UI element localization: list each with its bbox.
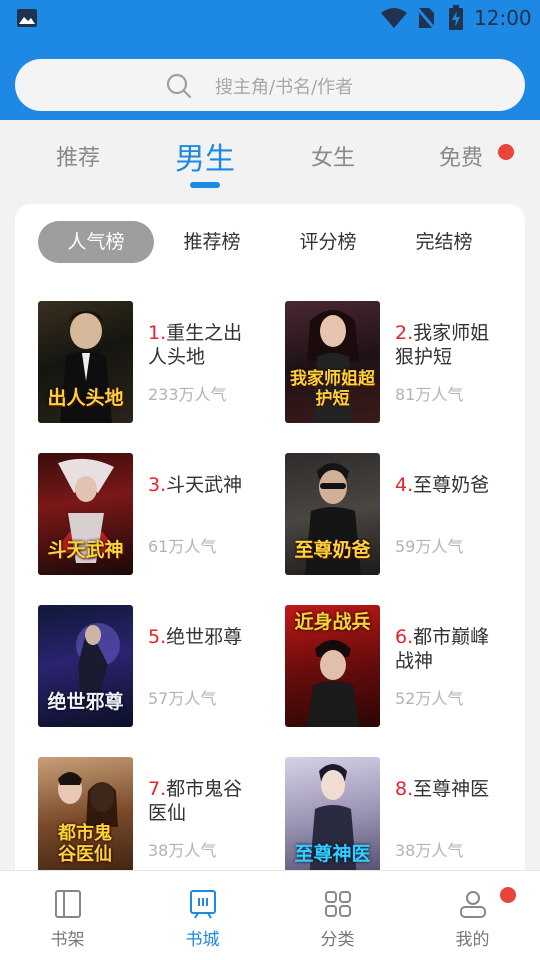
book-title: 1.重生之出人头地 xyxy=(148,322,243,368)
book-cover: 出人头地 xyxy=(38,301,133,423)
chip-finished[interactable]: 完结榜 xyxy=(415,221,472,263)
nav-label: 分类 xyxy=(320,930,355,950)
book-title: 2.我家师姐狠护短 xyxy=(395,322,490,368)
ranking-card: 人气榜 推荐榜 评分榜 完结榜 出人头地 1.重生之出人头地 233万人气 我家… xyxy=(15,204,525,884)
book-item[interactable]: 近身战兵 6.都市巅峰战神 52万人气 xyxy=(285,605,525,729)
book-rank: 1. xyxy=(148,322,167,344)
book-cover: 至尊奶爸 xyxy=(285,453,380,575)
search-input[interactable]: 搜主角/书名/作者 xyxy=(15,59,525,111)
nav-category[interactable]: 分类 xyxy=(270,871,405,960)
bookstore-icon xyxy=(190,890,216,919)
bookshelf-icon xyxy=(55,890,81,918)
book-rank: 7. xyxy=(148,778,167,800)
nav-bookshelf[interactable]: 书架 xyxy=(0,871,135,960)
book-item[interactable]: 出人头地 1.重生之出人头地 233万人气 xyxy=(38,301,278,425)
chip-recommend[interactable]: 推荐榜 xyxy=(183,221,240,263)
book-title: 8.至尊神医 xyxy=(395,778,490,800)
bottom-nav: 书架 书城 分类 我的 xyxy=(0,870,540,960)
book-popularity: 233万人气 xyxy=(148,385,227,404)
book-rank: 3. xyxy=(148,474,167,496)
book-cover: 都市鬼谷医仙 xyxy=(38,757,133,879)
battery-charging-icon xyxy=(449,5,463,30)
book-title: 3.斗天武神 xyxy=(148,474,243,496)
book-cover: 近身战兵 xyxy=(285,605,380,727)
search-placeholder: 搜主角/书名/作者 xyxy=(215,77,354,98)
book-popularity: 38万人气 xyxy=(148,841,217,860)
clock: 12:00 xyxy=(474,6,532,30)
chip-rating[interactable]: 评分榜 xyxy=(299,221,356,263)
nav-profile[interactable]: 我的 xyxy=(405,871,540,960)
book-title: 7.都市鬼谷医仙 xyxy=(148,778,243,824)
book-title: 4.至尊奶爸 xyxy=(395,474,490,496)
book-popularity: 57万人气 xyxy=(148,689,217,708)
status-bar: 12:00 xyxy=(0,0,540,36)
nav-label: 书架 xyxy=(50,930,85,950)
book-rank: 5. xyxy=(148,626,167,648)
tab-male[interactable]: 男生 xyxy=(175,134,235,178)
profile-badge xyxy=(500,887,516,903)
wifi-icon xyxy=(381,8,407,28)
search-icon xyxy=(166,73,192,99)
cover-title: 至尊奶爸 xyxy=(294,539,371,561)
free-tab-badge xyxy=(498,144,514,160)
book-cover: 我家师姐超护短 xyxy=(285,301,380,423)
book-rank: 2. xyxy=(395,322,414,344)
book-cover: 绝世邪尊 xyxy=(38,605,133,727)
cover-title: 绝世邪尊 xyxy=(47,691,124,713)
book-popularity: 81万人气 xyxy=(395,385,464,404)
tab-female[interactable]: 女生 xyxy=(311,140,355,172)
no-sim-icon xyxy=(416,7,436,30)
book-rank: 4. xyxy=(395,474,414,496)
cover-title: 都市鬼谷医仙 xyxy=(58,823,112,865)
book-title: 6.都市巅峰战神 xyxy=(395,626,490,672)
book-cover: 至尊神医 xyxy=(285,757,380,879)
cover-title: 近身战兵 xyxy=(294,611,371,633)
app-header: 12:00 搜主角/书名/作者 xyxy=(0,0,540,120)
active-tab-indicator xyxy=(190,182,220,188)
tab-free[interactable]: 免费 xyxy=(439,140,483,172)
book-item[interactable]: 我家师姐超护短 2.我家师姐狠护短 81万人气 xyxy=(285,301,525,425)
book-item[interactable]: 斗天武神 3.斗天武神 61万人气 xyxy=(38,453,278,577)
chip-popularity[interactable]: 人气榜 xyxy=(38,221,154,263)
book-item[interactable]: 都市鬼谷医仙 7.都市鬼谷医仙 38万人气 xyxy=(38,757,278,881)
book-popularity: 52万人气 xyxy=(395,689,464,708)
book-item[interactable]: 至尊神医 8.至尊神医 38万人气 xyxy=(285,757,525,881)
book-popularity: 59万人气 xyxy=(395,537,464,556)
book-rank: 6. xyxy=(395,626,414,648)
cover-title: 至尊神医 xyxy=(294,843,371,865)
nav-label: 我的 xyxy=(455,930,490,950)
image-notification-icon xyxy=(17,9,37,27)
tab-recommend[interactable]: 推荐 xyxy=(56,140,100,172)
book-item[interactable]: 至尊奶爸 4.至尊奶爸 59万人气 xyxy=(285,453,525,577)
grid-icon xyxy=(325,891,351,917)
user-icon xyxy=(460,891,486,918)
book-title: 5.绝世邪尊 xyxy=(148,626,243,648)
book-cover: 斗天武神 xyxy=(38,453,133,575)
category-tabs: 推荐 男生 女生 免费 xyxy=(0,120,540,200)
cover-title: 斗天武神 xyxy=(47,539,124,561)
book-item[interactable]: 绝世邪尊 5.绝世邪尊 57万人气 xyxy=(38,605,278,729)
book-popularity: 61万人气 xyxy=(148,537,217,556)
cover-title: 我家师姐超护短 xyxy=(290,369,375,409)
nav-label: 书城 xyxy=(185,930,220,950)
nav-bookstore[interactable]: 书城 xyxy=(135,871,270,960)
book-popularity: 38万人气 xyxy=(395,841,464,860)
cover-title: 出人头地 xyxy=(47,387,124,409)
book-rank: 8. xyxy=(395,778,414,800)
